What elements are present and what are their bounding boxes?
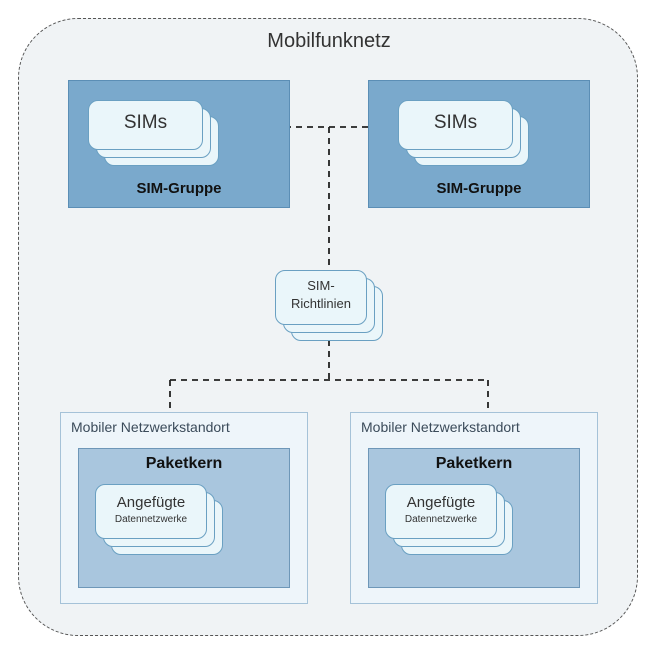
core-right-label: Paketkern xyxy=(369,455,579,473)
site-left-label: Mobiler Netzwerkstandort xyxy=(71,419,230,435)
core-left-label: Paketkern xyxy=(79,455,289,473)
policies-line1: SIM- xyxy=(275,278,367,293)
policies-line2: Richtlinien xyxy=(275,296,367,311)
sim-group-left-label: SIM-Gruppe xyxy=(69,180,289,197)
attached-right-line2: Datennetzwerke xyxy=(385,514,497,525)
attached-left-line2: Datennetzwerke xyxy=(95,514,207,525)
diagram-title: Mobilfunknetz xyxy=(0,30,658,53)
site-right-label: Mobiler Netzwerkstandort xyxy=(361,419,520,435)
attached-right-line1: Angefügte xyxy=(385,494,497,511)
attached-left-line1: Angefügte xyxy=(95,494,207,511)
sims-right-label: SIMs xyxy=(398,112,513,134)
sims-left-label: SIMs xyxy=(88,112,203,134)
sim-group-right-label: SIM-Gruppe xyxy=(369,180,589,197)
diagram-canvas: Mobilfunknetz SIM-Gruppe SIMs SIM-Gruppe xyxy=(0,0,658,652)
